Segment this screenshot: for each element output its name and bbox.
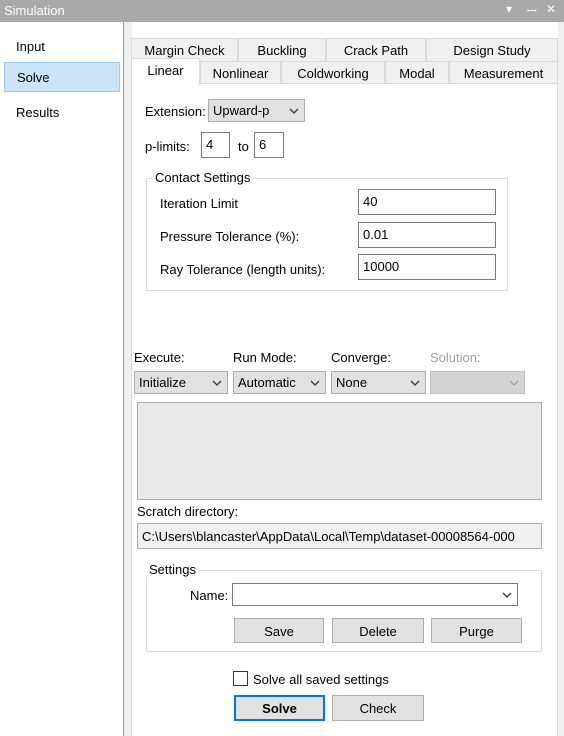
solve-all-label: Solve all saved settings	[253, 672, 389, 687]
converge-dropdown[interactable]: None	[331, 371, 426, 394]
chevron-down-icon	[289, 108, 299, 114]
chevron-down-icon	[212, 380, 222, 386]
solve-button-label: Solve	[262, 701, 297, 716]
settings-name-dropdown[interactable]	[232, 583, 518, 606]
tab-label: Crack Path	[343, 43, 409, 58]
sidebar-item-results[interactable]: Results	[4, 98, 120, 128]
chevron-down-icon	[502, 592, 512, 598]
extension-dropdown[interactable]: Upward-p	[208, 99, 305, 122]
converge-label: Converge:	[331, 350, 391, 365]
tab-design-study[interactable]: Design Study	[426, 38, 558, 61]
tab-linear[interactable]: Linear	[131, 58, 200, 85]
solution-dropdown	[430, 371, 525, 394]
pressure-tolerance-value: 0.01	[363, 227, 389, 242]
scratch-directory-field[interactable]: C:\Users\blancaster\AppData\Local\Temp\d…	[137, 523, 542, 549]
plimits-to-value: 6	[259, 137, 267, 152]
tab-label: Measurement	[463, 66, 544, 81]
ray-tolerance-value: 10000	[363, 259, 400, 274]
tab-label: Buckling	[257, 43, 307, 58]
tab-measurement[interactable]: Measurement	[449, 61, 558, 84]
chevron-down-icon	[310, 380, 320, 386]
dropdown-icon[interactable]: ▾	[506, 2, 512, 16]
tab-label: Modal	[399, 66, 435, 81]
sidebar: Input Solve Results	[0, 22, 124, 736]
solution-label: Solution:	[430, 350, 481, 365]
tab-label: Nonlinear	[212, 66, 269, 81]
tab-buckling[interactable]: Buckling	[238, 38, 326, 61]
sidebar-item-label: Input	[16, 39, 45, 54]
scratch-directory-label: Scratch directory:	[137, 504, 239, 519]
save-button-label: Save	[264, 624, 294, 639]
right-border	[558, 22, 564, 736]
settings-name-label: Name:	[190, 588, 229, 603]
sidebar-item-label: Results	[16, 105, 60, 120]
plimits-to-input[interactable]: 6	[254, 132, 284, 158]
solve-all-checkbox[interactable]	[233, 671, 248, 686]
sidebar-item-label: Solve	[17, 70, 50, 85]
pin-icon[interactable]: ꟷ	[527, 2, 537, 19]
tab-modal[interactable]: Modal	[385, 61, 449, 84]
execute-dropdown[interactable]: Initialize	[134, 371, 228, 394]
close-icon[interactable]: ✕	[546, 2, 556, 16]
tab-crack-path[interactable]: Crack Path	[326, 38, 426, 61]
check-button[interactable]: Check	[332, 695, 424, 721]
plimits-from-value: 4	[206, 137, 214, 152]
check-button-label: Check	[359, 701, 397, 716]
tab-label: Design Study	[453, 43, 531, 58]
iteration-limit-value: 40	[363, 194, 378, 209]
execute-value: Initialize	[139, 375, 186, 390]
output-listbox[interactable]	[137, 402, 542, 500]
save-button[interactable]: Save	[234, 618, 324, 643]
purge-button[interactable]: Purge	[431, 618, 522, 643]
converge-value: None	[336, 375, 368, 390]
purge-button-label: Purge	[459, 624, 494, 639]
extension-label: Extension:	[145, 104, 206, 119]
runmode-label: Run Mode:	[233, 350, 297, 365]
settings-title: Settings	[146, 562, 199, 577]
ray-tolerance-input[interactable]: 10000	[358, 254, 496, 280]
pressure-tolerance-label: Pressure Tolerance (%):	[160, 229, 300, 244]
chevron-down-icon	[509, 380, 519, 386]
tab-nonlinear[interactable]: Nonlinear	[200, 61, 281, 84]
tab-coldworking[interactable]: Coldworking	[281, 61, 385, 84]
contact-settings-title: Contact Settings	[152, 170, 254, 185]
delete-button-label: Delete	[359, 624, 397, 639]
ray-tolerance-label: Ray Tolerance (length units):	[160, 262, 326, 277]
window-title: Simulation	[4, 3, 65, 18]
solve-button[interactable]: Solve	[234, 695, 325, 721]
title-bar: Simulation ▾ ꟷ ✕	[0, 0, 564, 22]
extension-value: Upward-p	[213, 103, 270, 118]
sidebar-item-input[interactable]: Input	[4, 32, 120, 62]
plimits-to-label: to	[238, 139, 249, 154]
tab-label: Linear	[147, 63, 184, 78]
scratch-directory-value: C:\Users\blancaster\AppData\Local\Temp\d…	[142, 529, 515, 544]
tab-label: Coldworking	[297, 66, 369, 81]
pressure-tolerance-input[interactable]: 0.01	[358, 222, 496, 248]
iteration-limit-input[interactable]: 40	[358, 189, 496, 215]
sidebar-item-solve[interactable]: Solve	[4, 62, 120, 92]
chevron-down-icon	[410, 380, 420, 386]
plimits-from-input[interactable]: 4	[201, 132, 230, 158]
execute-label: Execute:	[134, 350, 185, 365]
delete-button[interactable]: Delete	[332, 618, 424, 643]
runmode-dropdown[interactable]: Automatic	[233, 371, 326, 394]
plimits-label: p-limits:	[145, 139, 190, 154]
iteration-limit-label: Iteration Limit	[160, 196, 239, 211]
runmode-value: Automatic	[238, 375, 296, 390]
tab-label: Margin Check	[144, 43, 225, 58]
